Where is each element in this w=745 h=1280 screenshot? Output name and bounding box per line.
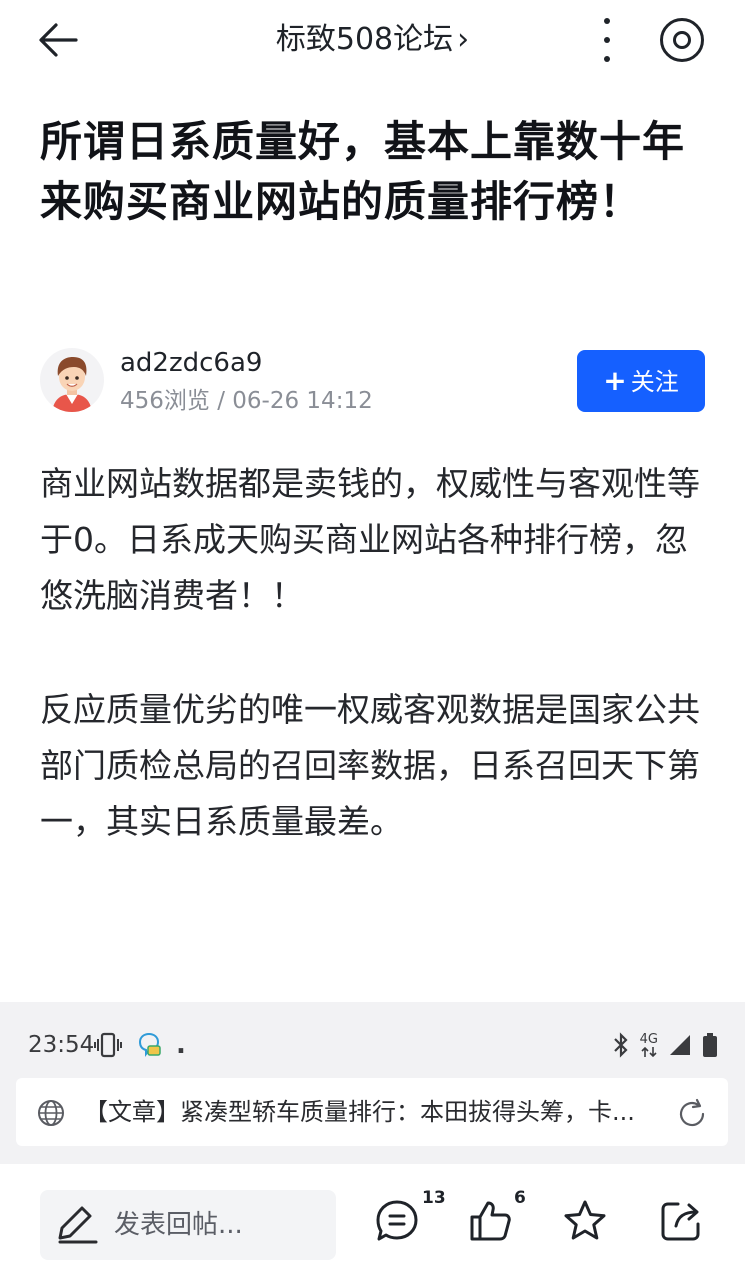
- status-right-icons: 4G: [612, 1030, 718, 1060]
- post-paragraph: 反应质量优劣的唯一权威客观数据是国家公共部门质检总局的召回率数据，日系召回天下第…: [40, 690, 700, 841]
- chat-bubble-icon: [138, 1032, 161, 1057]
- chevron-right-icon: ›: [457, 22, 470, 57]
- like-button[interactable]: 6: [468, 1188, 526, 1248]
- share-button[interactable]: [658, 1198, 708, 1248]
- meta-separator: /: [209, 388, 233, 414]
- more-options-button[interactable]: [592, 16, 622, 64]
- more-dot-icon: [604, 56, 610, 62]
- status-left-icons: .: [94, 1030, 186, 1060]
- forum-name: 标致508论坛: [275, 22, 454, 57]
- battery-icon: [703, 1033, 717, 1057]
- star-icon: [564, 1200, 606, 1240]
- thumbs-up-icon: [470, 1201, 511, 1241]
- status-bar: 23:54 . 4G: [28, 1028, 718, 1062]
- follow-label: 关注: [630, 368, 679, 396]
- post-body: 商业网站数据都是卖钱的，权威性与客观性等于0。日系成天购买商业网站各种排行榜，忽…: [40, 456, 710, 908]
- status-dot: .: [176, 1030, 186, 1060]
- plus-icon: +: [603, 364, 627, 397]
- reload-icon[interactable]: [676, 1098, 708, 1130]
- view-count: 456浏览: [120, 388, 210, 414]
- target-circle-icon: [673, 31, 691, 49]
- vibrate-icon: [94, 1032, 122, 1058]
- pencil-icon: [58, 1206, 98, 1244]
- url-text: 【文章】紧凑型轿车质量排行：本田拔得头筹，卡...: [84, 1098, 635, 1126]
- signal-icon: [670, 1035, 690, 1055]
- comment-button[interactable]: 13: [374, 1188, 446, 1248]
- network-type: 4G: [639, 1031, 658, 1047]
- globe-icon: [38, 1100, 64, 1126]
- top-nav-bar: 标致508论坛 ›: [0, 0, 745, 80]
- follow-button[interactable]: + 关注: [577, 350, 705, 412]
- data-arrows-icon: [641, 1046, 657, 1057]
- more-dot-icon: [604, 37, 610, 43]
- post-meta: 456浏览 / 06-26 14:12: [120, 386, 373, 416]
- url-bar[interactable]: 【文章】紧凑型轿车质量排行：本田拔得头筹，卡...: [16, 1078, 728, 1146]
- bottom-action-bar: 发表回帖... 13 6: [0, 1164, 745, 1280]
- author-name[interactable]: ad2zdc6a9: [120, 346, 262, 380]
- reply-placeholder: 发表回帖...: [114, 1210, 243, 1240]
- network-indicator: 4G: [640, 1033, 658, 1058]
- post-datetime: 06-26 14:12: [232, 388, 373, 414]
- post-paragraph: 商业网站数据都是卖钱的，权威性与客观性等于0。日系成天购买商业网站各种排行榜，忽…: [40, 464, 700, 615]
- status-time: 23:54: [28, 1032, 95, 1058]
- more-dot-icon: [604, 18, 610, 24]
- post-title: 所谓日系质量好，基本上靠数十年来购买商业网站的质量排行榜！: [40, 117, 686, 226]
- bluetooth-icon: [613, 1032, 628, 1058]
- comment-icon: [376, 1200, 418, 1241]
- target-circle-button[interactable]: [660, 18, 704, 62]
- status-panel: 23:54 . 4G 【文章】紧凑型轿车质量排行：本田拔得头筹，卡...: [0, 1002, 745, 1164]
- avatar-face-icon: [52, 357, 92, 412]
- forum-title-link[interactable]: 标致508论坛 ›: [0, 18, 745, 62]
- like-count: 6: [514, 1188, 526, 1208]
- share-icon: [661, 1202, 700, 1241]
- favorite-button[interactable]: [562, 1198, 612, 1248]
- author-row: ad2zdc6a9 456浏览 / 06-26 14:12 + 关注: [40, 346, 705, 416]
- comment-count: 13: [422, 1188, 446, 1208]
- avatar[interactable]: [40, 348, 104, 412]
- reply-input[interactable]: 发表回帖...: [40, 1190, 336, 1260]
